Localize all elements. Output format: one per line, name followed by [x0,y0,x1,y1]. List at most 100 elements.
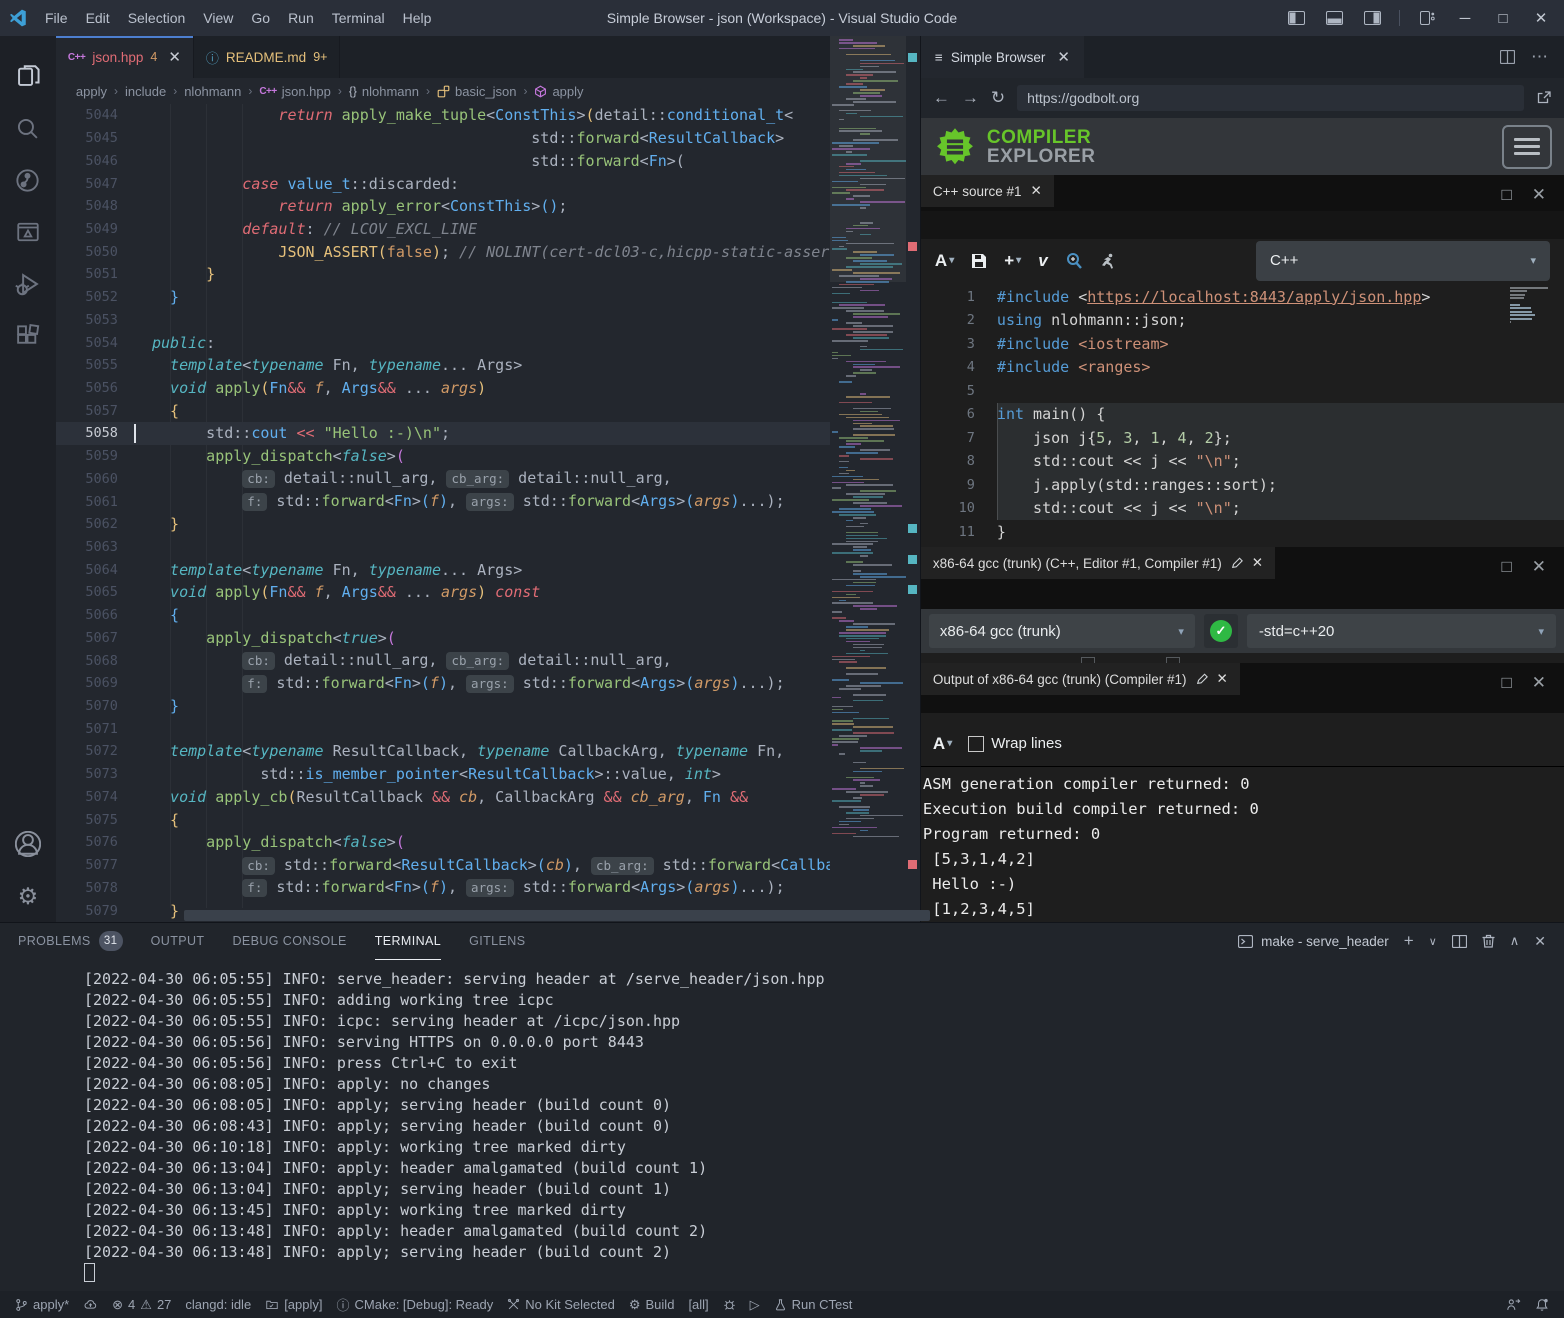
menu-view[interactable]: View [194,7,242,29]
terminal-dropdown-icon[interactable]: ∨ [1429,935,1437,948]
code-line-5048[interactable]: 5048 return apply_error<ConstThis>(); [56,195,920,218]
libs-dropdown-icon[interactable]: ▾ [1538,625,1544,638]
gb-code-line-2[interactable]: 2using nlohmann::json; [921,309,1564,333]
code-line-5055[interactable]: 5055 template<typename Fn, typename... A… [56,354,920,377]
maximize-panel-icon[interactable]: ∧ [1510,933,1520,949]
breadcrumb-json.hpp[interactable]: C++json.hpp [259,84,331,99]
activity-explorer[interactable] [0,50,56,102]
code-line-5054[interactable]: 5054 public: [56,331,920,354]
panel-tab-output[interactable]: OUTPUT [151,923,205,960]
code-line-5063[interactable]: 5063 [56,536,920,559]
panel-tab-problems[interactable]: PROBLEMS31 [18,923,123,960]
status-feedback[interactable] [1499,1298,1528,1312]
terminal-output[interactable]: [2022-04-30 06:05:55] INFO: serve_header… [0,959,1564,1291]
url-input[interactable]: https://godbolt.org [1017,85,1524,111]
reload-icon[interactable]: ↻ [991,88,1005,108]
godbolt-editor[interactable]: 1#include <https://localhost:8443/apply/… [921,282,1564,547]
quick-bench-icon[interactable] [1100,253,1116,269]
code-line-5044[interactable]: 5044 return apply_make_tuple<ConstThis>(… [56,104,920,127]
activity-source-control[interactable] [0,154,56,206]
code-line-5058[interactable]: 5058 std::cout << "Hello :-)\n"; [56,422,920,445]
code-line-5059[interactable]: 5059 apply_dispatch<false>( [56,445,920,468]
layout-secondary-sidebar-icon[interactable] [1355,3,1389,33]
code-line-5052[interactable]: 5052 } [56,286,920,309]
close-panel-icon[interactable]: ✕ [1534,933,1546,950]
new-terminal-icon[interactable]: + [1404,931,1414,951]
tab-simple-browser[interactable]: ≡ Simple Browser ✕ [921,36,1084,78]
code-line-5068[interactable]: 5068 cb: detail::null_arg, cb_arg: detai… [56,649,920,672]
compiler-options-input[interactable]: -std=c++20 ▾ [1247,614,1556,648]
horizontal-scrollbar[interactable] [184,910,930,921]
status-clangd-status[interactable]: clangd: idle [178,1291,258,1318]
back-icon[interactable]: ← [933,88,950,108]
font-size-icon[interactable]: A▾ [935,251,954,271]
gb-code-line-10[interactable]: 10 std::cout << j << "\n"; [921,497,1564,521]
status-problems[interactable]: ⊗4⚠27 [105,1291,178,1318]
status-cmake-status[interactable]: ⓘCMake: [Debug]: Ready [330,1291,501,1318]
code-line-5066[interactable]: 5066 { [56,604,920,627]
minimap[interactable] [830,36,906,908]
gb-code-line-4[interactable]: 4#include <ranges> [921,356,1564,380]
breadcrumb-apply[interactable]: apply [534,84,583,99]
checkbox-icon[interactable] [968,736,984,752]
gb-code-line-8[interactable]: 8 std::cout << j << "\n"; [921,450,1564,474]
activity-run-debug[interactable] [0,258,56,310]
status-cmake-folder[interactable]: [apply] [258,1291,329,1318]
status-publish[interactable] [76,1291,105,1318]
maximize-pane-icon[interactable]: □ [1501,185,1511,205]
split-editor-icon[interactable] [1500,50,1515,64]
menu-go[interactable]: Go [242,7,279,29]
close-icon[interactable]: ✕ [1057,48,1070,66]
open-external-icon[interactable] [1536,90,1552,106]
forward-icon[interactable]: → [962,88,979,108]
activity-extensions[interactable] [0,310,56,362]
add-pane-icon[interactable]: +▾ [1004,251,1021,271]
menu-terminal[interactable]: Terminal [323,7,394,29]
breadcrumb-basic_json[interactable]: basic_json [437,84,516,99]
hamburger-menu-icon[interactable] [1502,125,1552,169]
panel-tab-debug-console[interactable]: DEBUG CONSOLE [232,923,346,960]
close-icon[interactable]: ✕ [1030,183,1041,199]
tab-cpp-source[interactable]: C++ source #1 ✕ [921,175,1054,207]
maximize-pane-icon[interactable]: □ [1501,557,1511,577]
panel-tab-gitlens[interactable]: GITLENS [469,923,525,960]
code-line-5053[interactable]: 5053 [56,308,920,331]
code-line-5072[interactable]: 5072 template<typename ResultCallback, t… [56,740,920,763]
tab-compiler[interactable]: x86-64 gcc (trunk) (C++, Editor #1, Comp… [921,547,1275,579]
code-editor[interactable]: 5044 return apply_make_tuple<ConstThis>(… [56,104,920,922]
gb-code-line-11[interactable]: 11} [921,520,1564,544]
gb-code-line-1[interactable]: 1#include <https://localhost:8443/apply/… [921,285,1564,309]
wrap-lines-checkbox[interactable]: Wrap lines [968,735,1062,752]
split-terminal-icon[interactable] [1452,935,1467,948]
layout-panel-icon[interactable] [1317,3,1351,33]
breadcrumb-apply[interactable]: apply [76,84,107,99]
tab-README.md[interactable]: ⓘREADME.md9+ [194,36,341,78]
status-notifications[interactable] [1528,1298,1556,1312]
status-debug-target[interactable] [716,1291,743,1318]
code-line-5065[interactable]: 5065 void apply(Fn&& f, Args&& ... args)… [56,581,920,604]
kill-terminal-icon[interactable] [1482,934,1495,948]
gb-code-line-6[interactable]: 6int main() { [921,403,1564,427]
code-line-5047[interactable]: 5047 case value_t::discarded: [56,172,920,195]
rename-pencil-icon[interactable] [1231,557,1243,569]
menu-file[interactable]: File [36,7,77,29]
more-actions-icon[interactable]: ⋯ [1531,47,1548,67]
gb-code-line-9[interactable]: 9 j.apply(std::ranges::sort); [921,473,1564,497]
code-line-5057[interactable]: 5057 { [56,399,920,422]
status-launch-target[interactable]: ▷ [743,1291,767,1318]
status-cmake-build[interactable]: ⚙Build [622,1291,682,1318]
status-cmake-kit[interactable]: No Kit Selected [500,1291,622,1318]
breadcrumb-nlohmann[interactable]: nlohmann [184,84,241,99]
close-icon[interactable]: ✕ [1252,555,1263,571]
breadcrumb-include[interactable]: include [125,84,166,99]
maximize-pane-icon[interactable]: □ [1501,673,1511,693]
code-line-5077[interactable]: 5077 cb: std::forward<ResultCallback>(cb… [56,854,920,877]
status-git-branch[interactable]: apply* [8,1291,76,1318]
close-icon[interactable]: ✕ [1217,671,1228,687]
status-run-ctest[interactable]: Run CTest [767,1291,860,1318]
code-line-5074[interactable]: 5074 void apply_cb(ResultCallback && cb,… [56,786,920,809]
code-line-5045[interactable]: 5045 std::forward<ResultCallback> [56,127,920,150]
compiler-select[interactable]: x86-64 gcc (trunk) ▾ [929,614,1195,648]
customize-layout-icon[interactable] [1410,3,1444,33]
code-line-5075[interactable]: 5075 { [56,808,920,831]
